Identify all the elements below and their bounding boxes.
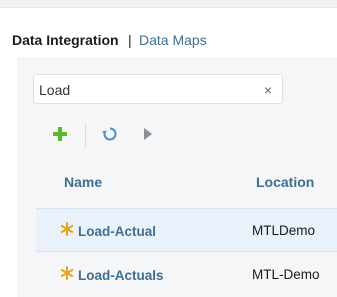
refresh-icon <box>102 127 117 141</box>
toolbar <box>45 118 195 150</box>
search-field[interactable]: × <box>33 74 283 104</box>
asterisk-icon <box>60 222 74 236</box>
refresh-button[interactable] <box>99 123 121 145</box>
clear-icon[interactable]: × <box>259 80 277 100</box>
breadcrumb-separator: | <box>128 32 132 48</box>
row-location: MTLDemo <box>252 223 316 238</box>
page-header: Data Integration | Data Maps <box>0 22 337 58</box>
search-input[interactable] <box>39 80 249 100</box>
page-title: Data Integration <box>12 32 119 48</box>
plus-icon <box>53 127 67 141</box>
row-location: MTL-Demo <box>252 267 320 282</box>
breadcrumb-data-maps[interactable]: Data Maps <box>139 32 207 48</box>
asterisk-icon <box>60 266 74 280</box>
toolbar-divider <box>85 123 86 147</box>
run-button[interactable] <box>137 123 159 145</box>
column-header-location[interactable]: Location <box>256 174 314 190</box>
add-button[interactable] <box>49 123 71 145</box>
column-header-name[interactable]: Name <box>64 174 102 190</box>
table-row[interactable]: Load-Actuals MTL-Demo <box>36 253 337 297</box>
row-name-link[interactable]: Load-Actuals <box>78 268 164 283</box>
table-row[interactable]: Load-Actual MTLDemo <box>36 208 337 252</box>
top-bar <box>0 0 337 8</box>
play-icon <box>144 128 152 140</box>
row-name-link[interactable]: Load-Actual <box>78 224 156 239</box>
